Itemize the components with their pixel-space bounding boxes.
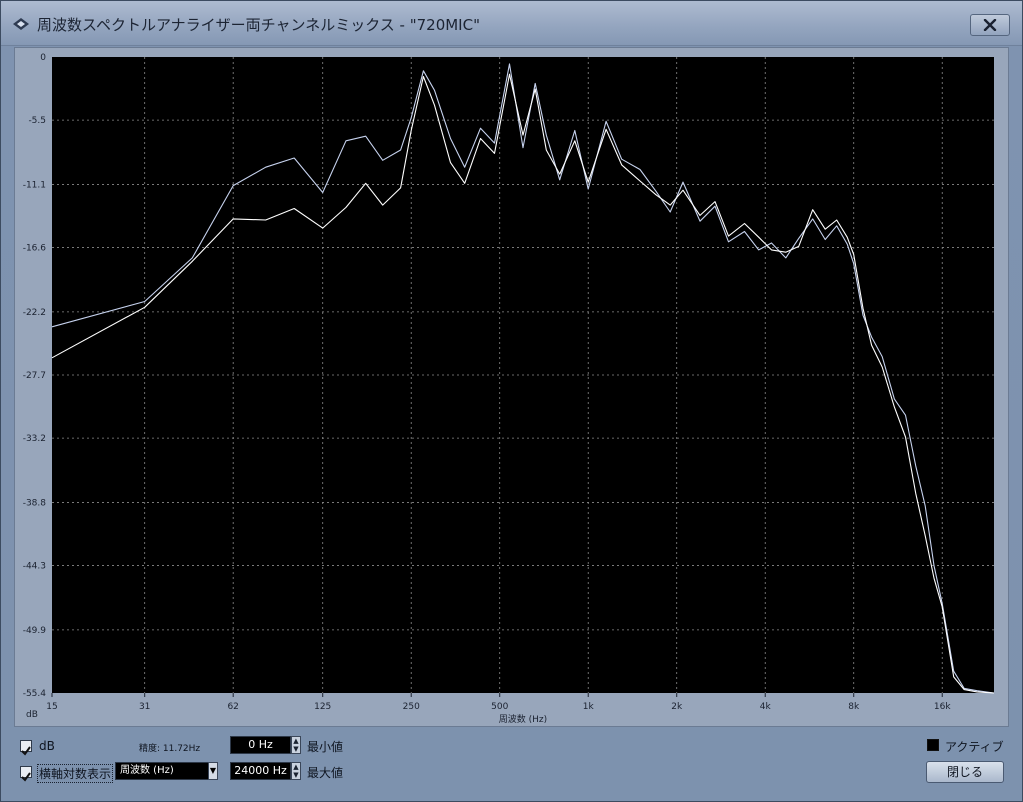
title-bar[interactable]: 周波数スペクトルアナライザー両チャンネルミックス - "720MIC" <box>1 1 1022 46</box>
close-window-button[interactable] <box>970 14 1010 36</box>
max-frequency-input[interactable]: 24000 Hz <box>230 762 291 780</box>
x-tick-label: 250 <box>403 702 420 712</box>
spectrum-analyzer-window: 周波数スペクトルアナライザー両チャンネルミックス - "720MIC" 0 -5.… <box>0 0 1023 802</box>
min-frequency-input[interactable]: 0 Hz <box>230 736 291 754</box>
control-panel: dB 精度: 11.72Hz 0 Hz ▲ ▼ 最小値 横軸対数表示 周波数 (… <box>1 731 1022 801</box>
y-tick-label: 0 <box>40 53 46 63</box>
x-tick-label: 16k <box>934 702 951 712</box>
x-tick-label: 1k <box>583 702 595 712</box>
y-tick-label: -11.1 <box>23 180 46 190</box>
max-frequency-spinner[interactable]: ▲ ▼ <box>291 762 301 780</box>
y-tick-label: -55.4 <box>23 689 47 699</box>
y-tick-label: -49.9 <box>23 626 47 636</box>
y-tick-label: -22.2 <box>23 308 46 318</box>
min-value-label: 最小値 <box>307 740 344 754</box>
max-value-label: 最大値 <box>307 766 344 780</box>
y-tick-label: -5.5 <box>28 116 46 126</box>
spectrum-chart-frame: 0 -5.5 -11.1 -16.6 -22.2 -27.7 -33.2 -38.8 -44.3… <box>14 47 1009 727</box>
y-axis-unit: dB <box>26 710 38 720</box>
x-tick-label: 500 <box>491 702 508 712</box>
checkmark-icon <box>21 746 31 756</box>
active-checkbox[interactable] <box>927 739 939 751</box>
dropdown-arrow-icon[interactable]: ▼ <box>208 762 218 780</box>
db-checkbox-label: dB <box>39 739 55 753</box>
y-tick-label: -27.7 <box>23 371 46 381</box>
x-tick-label: 31 <box>139 702 150 712</box>
x-tick-label: 4k <box>760 702 772 712</box>
axis-mode-dropdown[interactable]: 周波数 (Hz) <box>115 762 209 780</box>
close-x-icon <box>983 19 997 31</box>
checkmark-icon <box>21 772 31 782</box>
x-tick-label: 15 <box>46 702 57 712</box>
spin-down-icon[interactable]: ▼ <box>292 745 300 753</box>
resolution-label: 精度: 11.72Hz <box>139 744 201 754</box>
spin-up-icon[interactable]: ▲ <box>292 763 300 771</box>
spin-down-icon[interactable]: ▼ <box>292 771 300 779</box>
y-tick-label: -38.8 <box>23 498 47 508</box>
spectrum-chart: 0 -5.5 -11.1 -16.6 -22.2 -27.7 -33.2 -38.8 -44.3… <box>23 53 995 725</box>
spin-up-icon[interactable]: ▲ <box>292 737 300 745</box>
log-axis-checkbox-label: 横軸対数表示 <box>37 764 114 783</box>
window-title: 周波数スペクトルアナライザー両チャンネルミックス - "720MIC" <box>37 16 480 34</box>
close-button[interactable]: 閉じる <box>926 761 1004 783</box>
min-frequency-spinner[interactable]: ▲ ▼ <box>291 736 301 754</box>
y-tick-label: -33.2 <box>23 434 46 444</box>
y-tick-label: -16.6 <box>23 244 47 254</box>
x-tick-label: 2k <box>671 702 683 712</box>
x-axis-title: 周波数 (Hz) <box>499 713 547 725</box>
x-tick-label: 62 <box>227 702 238 712</box>
db-checkbox[interactable] <box>20 740 32 756</box>
x-tick-label: 125 <box>314 702 331 712</box>
active-label: アクティブ <box>945 740 1004 754</box>
x-tick-label: 8k <box>848 702 860 712</box>
app-icon <box>13 18 29 30</box>
log-axis-checkbox[interactable] <box>20 766 32 782</box>
y-tick-label: -44.3 <box>23 562 46 572</box>
